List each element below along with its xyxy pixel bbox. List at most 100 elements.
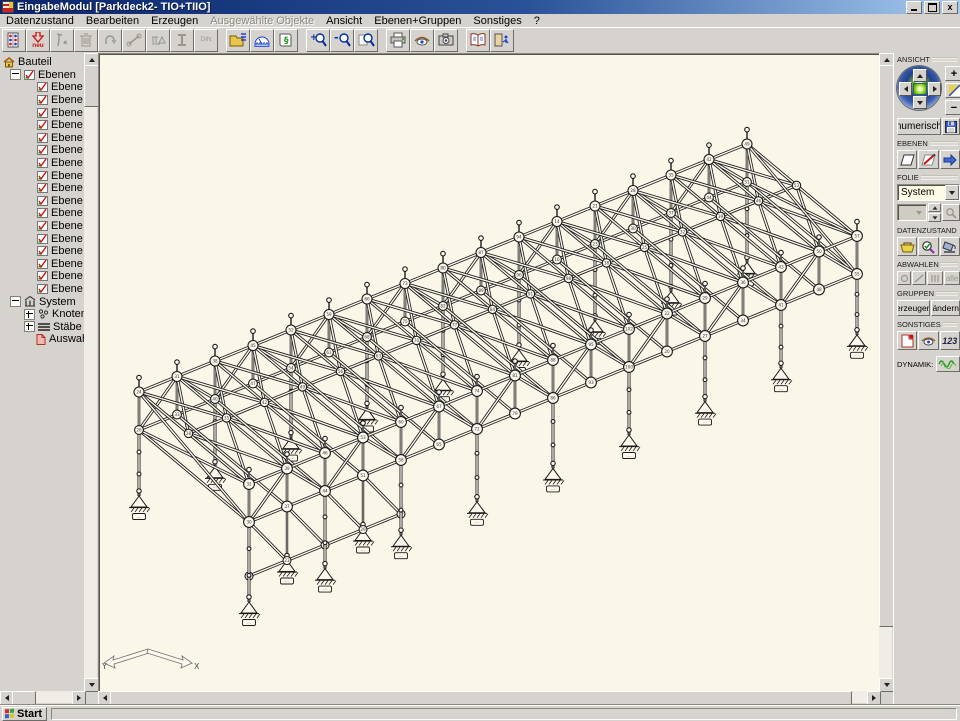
manual-button[interactable]: [466, 29, 490, 52]
scroll-down-button[interactable]: [84, 678, 99, 692]
tree-item-knoten[interactable]: Knoten: [0, 308, 84, 321]
dropdown-button[interactable]: [945, 185, 959, 200]
tree-item-ebene[interactable]: Ebene 2: [0, 94, 84, 107]
canvas-horizontal-scrollbar[interactable]: [98, 691, 879, 703]
expand-icon[interactable]: [24, 309, 35, 320]
datastate-apply-button[interactable]: [940, 237, 960, 256]
neu-button[interactable]: neu: [26, 29, 50, 52]
menu-ansicht[interactable]: Ansicht: [320, 15, 368, 27]
perspective-toggle-button[interactable]: [945, 83, 960, 98]
snapshot-button[interactable]: [434, 29, 458, 52]
zoom-window-button[interactable]: [354, 29, 378, 52]
tree-item-ebene[interactable]: Ebene 11: [0, 207, 84, 220]
tree-item-staebe[interactable]: Stäbe: [0, 320, 84, 333]
tree-item-ebene[interactable]: Ebene 17: [0, 283, 84, 296]
tree-item-ebene[interactable]: Ebene 13: [0, 232, 84, 245]
tree-item-bauteil[interactable]: Bauteil: [0, 56, 84, 69]
print-button[interactable]: [386, 29, 410, 52]
report-button[interactable]: [897, 331, 917, 350]
dynamics-button[interactable]: [936, 356, 960, 372]
tree-label: Ebene 7: [51, 157, 84, 169]
tree-item-system[interactable]: System: [0, 295, 84, 308]
menu-erzeugen[interactable]: Erzeugen: [145, 15, 204, 27]
tree-horizontal-scrollbar[interactable]: [0, 691, 84, 703]
save-view-button[interactable]: [942, 118, 960, 135]
tree-item-ebene[interactable]: Ebene 4: [0, 119, 84, 132]
scroll-thumb[interactable]: [110, 691, 852, 705]
datastate-open-button[interactable]: [897, 237, 917, 256]
tree-item-ebene[interactable]: Ebene 15: [0, 258, 84, 271]
menu-sonstiges[interactable]: Sonstiges: [467, 15, 527, 27]
tree-vertical-scrollbar[interactable]: [84, 53, 97, 690]
view-rotate-pad[interactable]: [897, 66, 941, 110]
scroll-thumb[interactable]: [84, 65, 99, 107]
numbering-button[interactable]: 123: [940, 331, 960, 350]
expand-icon[interactable]: [24, 321, 35, 332]
group-change-button[interactable]: ändern: [931, 300, 960, 316]
rotate-up-button[interactable]: [913, 69, 927, 82]
svg-text:36: 36: [740, 280, 746, 285]
tree-item-ebene[interactable]: Ebene 1: [0, 81, 84, 94]
tree-item-ebenen[interactable]: Ebenen: [0, 69, 84, 82]
open-project-button[interactable]: [226, 29, 250, 52]
rotate-right-button[interactable]: [928, 82, 941, 96]
layer-check-icon: [37, 196, 48, 206]
spin-up-button[interactable]: [928, 203, 941, 212]
plane-next-button[interactable]: [940, 150, 960, 169]
datastate-list-button[interactable]: [2, 29, 26, 52]
visibility-button[interactable]: [918, 331, 938, 350]
model-viewport[interactable]: ·································2023262…: [98, 53, 881, 692]
maximize-button[interactable]: [924, 1, 940, 14]
tree-item-ebene[interactable]: Ebene 6: [0, 144, 84, 157]
plane-edit-button[interactable]: [918, 150, 938, 169]
numeric-view-button[interactable]: numerisch: [897, 118, 941, 135]
menu-bearbeiten[interactable]: Bearbeiten: [80, 15, 145, 27]
tree-item-ebene[interactable]: Ebene 12: [0, 220, 84, 233]
zoom-in-view-button[interactable]: +: [945, 66, 960, 81]
section-abwahlen: ABWAHLEN: [897, 260, 958, 269]
rotate-left-button[interactable]: [899, 82, 912, 96]
tree-item-ebene[interactable]: Ebene 8: [0, 169, 84, 182]
tree-item-ebene[interactable]: Ebene 10: [0, 195, 84, 208]
group-create-button[interactable]: erzeugen: [897, 300, 930, 316]
minimize-button[interactable]: [906, 1, 922, 14]
folie-select[interactable]: System: [897, 184, 960, 201]
view-options-button[interactable]: [410, 29, 434, 52]
zoom-in-button[interactable]: +: [306, 29, 330, 52]
dimension-button[interactable]: [250, 29, 274, 52]
scroll-thumb[interactable]: [879, 65, 894, 627]
tree-item-ebene[interactable]: Ebene 14: [0, 245, 84, 258]
menu-datenzustand[interactable]: Datenzustand: [0, 15, 80, 27]
close-button[interactable]: x: [942, 1, 958, 14]
plane-show-button[interactable]: [897, 150, 917, 169]
view-center-button[interactable]: [913, 83, 927, 95]
canvas-vertical-scrollbar[interactable]: [879, 53, 892, 690]
tree-item-ebene[interactable]: Ebene 9: [0, 182, 84, 195]
zoom-out-button[interactable]: -: [330, 29, 354, 52]
collapse-icon[interactable]: [10, 296, 21, 307]
menu-help[interactable]: ?: [528, 15, 546, 27]
support-button: [146, 29, 170, 52]
exit-button[interactable]: [490, 29, 514, 52]
norms-button[interactable]: §: [274, 29, 298, 52]
menu-ebenen-gruppen[interactable]: Ebenen+Gruppen: [368, 15, 467, 27]
scroll-thumb[interactable]: [12, 691, 36, 705]
dynamik-label: DYNAMIK:: [897, 360, 933, 369]
spin-down-button[interactable]: [928, 213, 941, 222]
datastate-check-button[interactable]: [918, 237, 938, 256]
collapse-icon[interactable]: [10, 69, 21, 80]
layer-check-icon: [37, 271, 48, 281]
scroll-right-button[interactable]: [72, 691, 86, 705]
start-button[interactable]: Start: [2, 707, 47, 721]
tree-item-ebene[interactable]: Ebene 16: [0, 270, 84, 283]
scroll-right-button[interactable]: [867, 691, 881, 705]
tree-item-ebene[interactable]: Ebene 5: [0, 132, 84, 145]
tree-item-ebene[interactable]: Ebene 7: [0, 157, 84, 170]
layer-check-icon: [37, 259, 48, 269]
zoom-out-view-button[interactable]: −: [945, 100, 960, 115]
tree-item-ebene[interactable]: Ebene 3: [0, 106, 84, 119]
header-strip: [941, 262, 958, 267]
scroll-down-button[interactable]: [879, 678, 894, 692]
rotate-down-button[interactable]: [913, 96, 927, 109]
tree-item-auswahlliste[interactable]: Auswahlliste: [0, 333, 84, 346]
